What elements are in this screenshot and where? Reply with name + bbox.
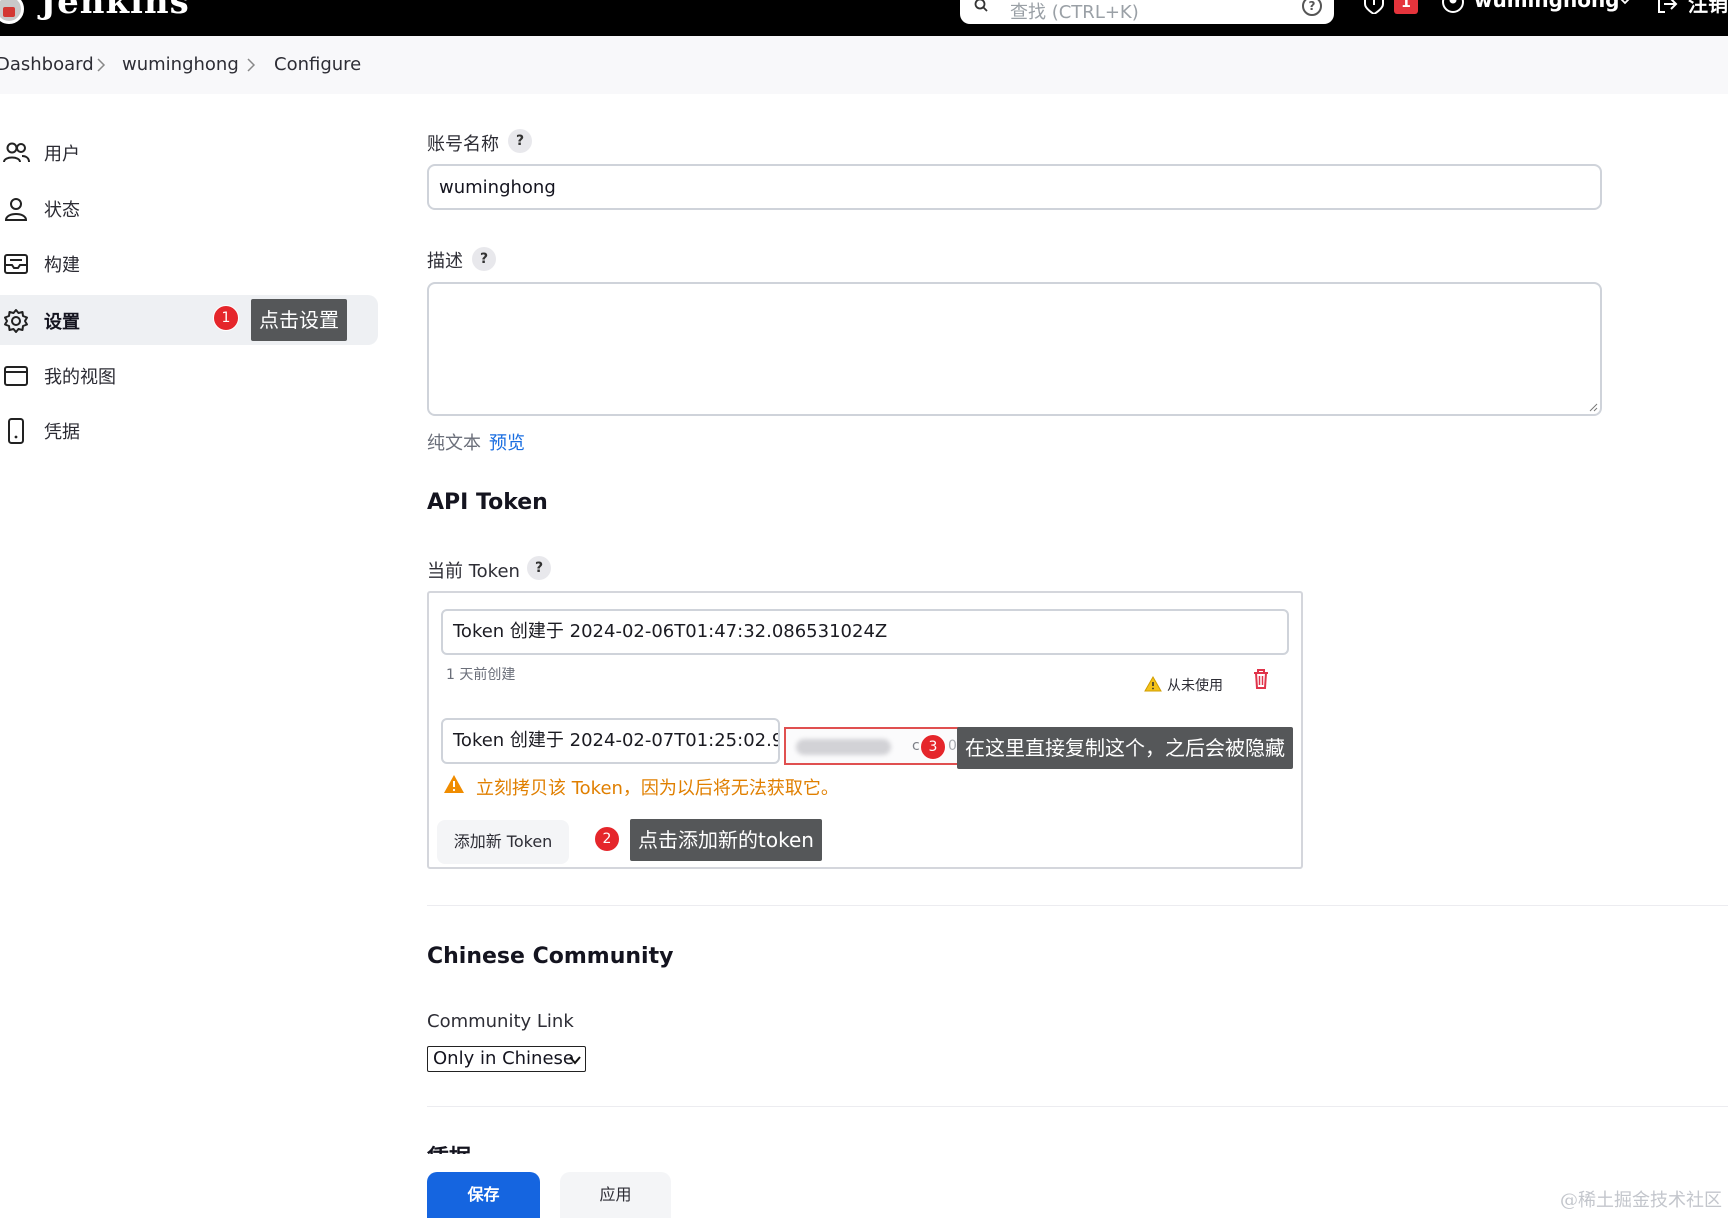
sidebar-item-status[interactable]: 状态 bbox=[0, 183, 392, 233]
sidebar-item-label: 凭据 bbox=[44, 422, 80, 443]
preview-link[interactable]: 预览 bbox=[489, 429, 525, 455]
help-icon[interactable]: ? bbox=[508, 129, 532, 153]
new-token-name-field[interactable]: Token 创建于 2024-02-07T01:25:02.97 bbox=[441, 718, 780, 764]
sidebar-item-label: 我的视图 bbox=[44, 367, 116, 388]
token-usage-status: 从未使用 bbox=[1167, 678, 1223, 694]
token-created-time: 1 天前创建 bbox=[446, 667, 516, 683]
chevron-right-icon bbox=[97, 58, 106, 72]
add-token-button[interactable]: 添加新 Token bbox=[437, 820, 569, 864]
account-name-label: 账号名称 bbox=[427, 134, 499, 155]
sidebar-item-label: 构建 bbox=[44, 255, 80, 276]
annotation-label-2: 点击添加新的token bbox=[630, 819, 822, 861]
community-link-select[interactable]: Only in Chinese bbox=[427, 1046, 586, 1072]
help-icon[interactable]: ? bbox=[527, 556, 551, 580]
apply-button[interactable]: 应用 bbox=[560, 1172, 671, 1218]
description-textarea[interactable] bbox=[427, 282, 1602, 416]
breadcrumb-user[interactable]: wuminghong bbox=[122, 54, 239, 75]
delete-token-icon[interactable] bbox=[1252, 668, 1270, 690]
sidebar-item-my-views[interactable]: 我的视图 bbox=[0, 350, 392, 400]
chevron-right-icon bbox=[247, 58, 256, 72]
top-navigation-bar: Jenkins 查找 (CTRL+K) ? 1 wuminghong 注销 bbox=[0, 0, 1728, 36]
community-link-label: Community Link bbox=[427, 1011, 574, 1032]
community-link-selected: Only in Chinese bbox=[433, 1048, 574, 1069]
gear-icon bbox=[4, 309, 28, 333]
copy-token-warning: 立刻拷贝该 Token，因为以后将无法获取它。 bbox=[476, 778, 839, 799]
search-icon bbox=[974, 0, 988, 12]
annotation-marker-3: 3 bbox=[920, 734, 946, 760]
jenkins-logo-icon[interactable] bbox=[0, 0, 24, 24]
security-shield-icon[interactable] bbox=[1362, 0, 1386, 14]
sidebar-item-builds[interactable]: 构建 bbox=[0, 238, 392, 288]
sidebar-item-label: 设置 bbox=[44, 312, 80, 333]
logout-button[interactable]: 注销 bbox=[1688, 0, 1728, 17]
search-input[interactable]: 查找 (CTRL+K) bbox=[1010, 0, 1139, 24]
alert-count-badge[interactable]: 1 bbox=[1394, 0, 1418, 14]
annotation-label-1: 点击设置 bbox=[251, 299, 347, 341]
person-icon bbox=[4, 198, 28, 221]
annotation-label-3: 在这里直接复制这个，之后会被隐藏 bbox=[957, 727, 1293, 769]
watermark-text: @稀土掘金技术社区 bbox=[1560, 1190, 1722, 1211]
resize-grip-icon[interactable] bbox=[1588, 402, 1598, 412]
chinese-community-heading: Chinese Community bbox=[427, 944, 674, 969]
token-name-field[interactable]: Token 创建于 2024-02-06T01:47:32.086531024Z bbox=[441, 609, 1289, 655]
format-plain-text: 纯文本 bbox=[427, 433, 481, 454]
breadcrumb-configure[interactable]: Configure bbox=[274, 54, 361, 75]
chevron-down-icon bbox=[569, 1056, 581, 1065]
search-help-icon[interactable]: ? bbox=[1302, 0, 1322, 16]
brand-title[interactable]: Jenkins bbox=[40, 0, 190, 22]
breadcrumb-dashboard[interactable]: Dashboard bbox=[0, 54, 94, 75]
breadcrumb: Dashboard wuminghong Configure bbox=[0, 36, 1728, 94]
sidebar-item-credentials[interactable]: 凭据 bbox=[0, 405, 392, 455]
token-value-visible: c bbox=[912, 738, 920, 754]
logout-icon[interactable] bbox=[1656, 0, 1678, 14]
window-icon bbox=[4, 366, 28, 386]
user-menu[interactable]: wuminghong bbox=[1474, 0, 1620, 12]
redacted-token-blur bbox=[796, 739, 891, 755]
credentials-heading: 凭据 bbox=[427, 1140, 471, 1154]
search-box[interactable]: 查找 (CTRL+K) ? bbox=[960, 0, 1334, 24]
annotation-marker-1: 1 bbox=[213, 305, 239, 331]
warning-icon bbox=[1144, 676, 1162, 692]
warning-icon bbox=[444, 775, 464, 793]
user-avatar-icon[interactable] bbox=[1442, 0, 1464, 14]
sidebar-item-label: 用户 bbox=[44, 144, 80, 165]
sidebar-item-label: 状态 bbox=[44, 200, 80, 221]
help-icon[interactable]: ? bbox=[472, 247, 496, 271]
chevron-down-icon[interactable] bbox=[1618, 0, 1632, 6]
description-label: 描述 bbox=[427, 251, 463, 272]
account-name-input[interactable] bbox=[427, 164, 1602, 210]
save-button[interactable]: 保存 bbox=[427, 1172, 540, 1218]
phone-icon bbox=[8, 418, 24, 444]
annotation-marker-2: 2 bbox=[594, 826, 620, 852]
section-divider bbox=[427, 1106, 1728, 1107]
api-token-heading: API Token bbox=[427, 490, 548, 515]
current-token-label: 当前 Token bbox=[427, 561, 520, 582]
users-icon bbox=[3, 142, 30, 163]
inbox-icon bbox=[4, 254, 28, 274]
section-divider bbox=[427, 905, 1728, 906]
sidebar-item-users[interactable]: 用户 bbox=[0, 127, 392, 177]
